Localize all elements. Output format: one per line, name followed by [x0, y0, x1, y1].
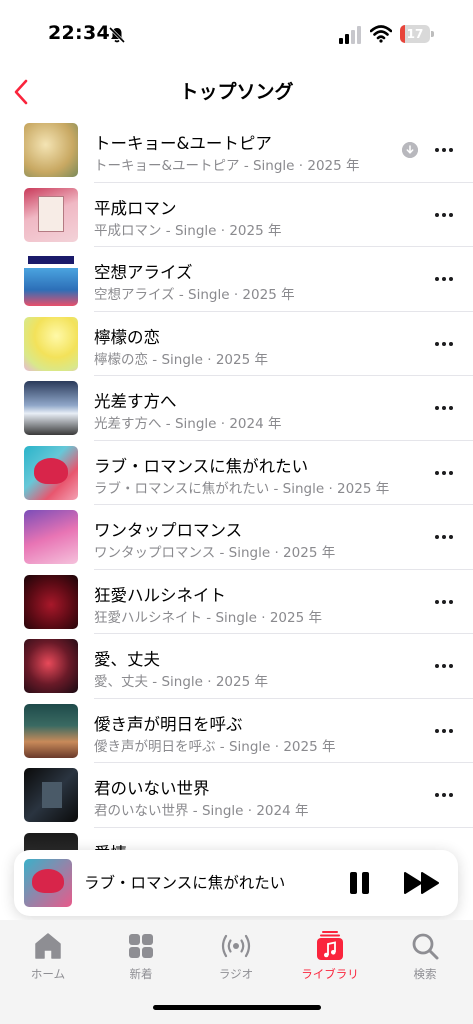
song-subtitle: 檸檬の恋 - Single · 2025 年: [94, 351, 268, 368]
song-title: ワンタップロマンス: [94, 521, 243, 540]
song-title: 愛、丈夫: [94, 650, 160, 669]
battery-indicator: 17: [400, 25, 434, 43]
album-artwork: [24, 252, 78, 306]
song-title: トーキョー&ユートピア: [94, 134, 272, 153]
bell-slash-icon: [108, 26, 126, 44]
more-options-button[interactable]: [430, 720, 458, 742]
song-title: 空想アライズ: [94, 263, 193, 282]
album-artwork: [24, 574, 78, 629]
song-row[interactable]: ワンタップロマンス ワンタップロマンス - Single · 2025 年: [0, 505, 473, 570]
more-options-button[interactable]: [430, 268, 458, 290]
library-icon: [317, 931, 343, 960]
radio-icon: [221, 934, 251, 958]
album-artwork: [24, 381, 78, 435]
song-subtitle: 平成ロマン - Single · 2025 年: [94, 222, 282, 239]
song-title: 君のいない世界: [94, 779, 210, 798]
song-title: 平成ロマン: [94, 198, 177, 218]
song-row[interactable]: 狂愛ハルシネイト 狂愛ハルシネイト - Single · 2025 年: [0, 570, 473, 634]
tab-new[interactable]: 新着: [101, 930, 181, 990]
more-options-button[interactable]: [430, 655, 458, 677]
album-artwork: [24, 316, 78, 371]
more-options-button[interactable]: [430, 526, 458, 548]
song-row[interactable]: 君のいない世界 君のいない世界 - Single · 2024 年: [0, 763, 473, 828]
wifi-icon: [370, 25, 392, 43]
more-options-button[interactable]: [430, 139, 458, 161]
song-subtitle: 光差す方へ - Single · 2024 年: [94, 416, 282, 432]
pause-button[interactable]: [346, 869, 374, 897]
tab-label: ライブラリ: [301, 967, 359, 981]
song-row[interactable]: 愛、丈夫 愛、丈夫 - Single · 2025 年: [0, 634, 473, 699]
more-options-button[interactable]: [430, 333, 458, 355]
song-row[interactable]: 平成ロマン 平成ロマン - Single · 2025 年: [0, 183, 473, 247]
song-subtitle: トーキョー&ユートピア - Single · 2025 年: [94, 158, 360, 174]
song-subtitle: ラブ・ロマンスに焦がれたい - Single · 2025 年: [94, 480, 390, 497]
tab-label: ホーム: [30, 967, 66, 981]
song-title: ラブ・ロマンスに焦がれたい: [94, 456, 309, 476]
album-artwork: [24, 703, 78, 758]
mini-player[interactable]: ラブ・ロマンスに焦がれたい: [14, 850, 458, 916]
tab-label: 検索: [413, 967, 437, 981]
now-playing-artwork: [24, 859, 72, 907]
tab-search[interactable]: 検索: [385, 930, 465, 990]
song-row[interactable]: 光差す方へ 光差す方へ - Single · 2024 年: [0, 376, 473, 441]
song-row[interactable]: 僾き声が明日を呼ぶ 僾き声が明日を呼ぶ - Single · 2025 年: [0, 699, 473, 763]
song-row[interactable]: ラブ・ロマンスに焦がれたい ラブ・ロマンスに焦がれたい - Single · 2…: [0, 441, 473, 505]
song-subtitle: 空想アライズ - Single · 2025 年: [94, 287, 295, 303]
album-artwork: [24, 123, 78, 177]
battery-level: 17: [406, 27, 424, 41]
home-indicator: [153, 1005, 321, 1010]
more-options-button[interactable]: [430, 462, 458, 484]
more-options-button[interactable]: [430, 204, 458, 226]
search-icon: [412, 933, 439, 960]
navigation-bar: トップソング: [0, 70, 473, 114]
album-artwork: [24, 768, 78, 822]
album-artwork: [24, 510, 78, 564]
chevron-left-icon: [14, 79, 28, 105]
tab-home[interactable]: ホーム: [8, 930, 88, 990]
album-artwork: [24, 639, 78, 693]
page-title: トップソング: [179, 81, 294, 103]
album-artwork: [24, 445, 78, 500]
tab-library[interactable]: ライブラリ: [290, 930, 370, 990]
cellular-signal-icon: [339, 26, 361, 44]
song-subtitle: 僾き声が明日を呼ぶ - Single · 2025 年: [94, 738, 336, 755]
song-title: 檸檬の恋: [94, 327, 160, 347]
more-options-button[interactable]: [430, 397, 458, 419]
song-subtitle: ワンタップロマンス - Single · 2025 年: [94, 545, 336, 561]
song-row[interactable]: 空想アライズ 空想アライズ - Single · 2025 年: [0, 247, 473, 312]
album-artwork: [24, 187, 78, 242]
song-title: 僾き声が明日を呼ぶ: [94, 714, 243, 734]
back-button[interactable]: [6, 74, 36, 110]
song-subtitle: 狂愛ハルシネイト - Single · 2025 年: [94, 609, 322, 626]
more-options-button[interactable]: [430, 591, 458, 613]
skip-forward-button[interactable]: [402, 869, 442, 897]
song-list: トーキョー&ユートピア トーキョー&ユートピア - Single · 2025 …: [0, 118, 473, 858]
status-time: 22:34: [48, 22, 110, 44]
grid-icon: [129, 934, 153, 958]
more-options-button[interactable]: [430, 784, 458, 806]
song-subtitle: 愛、丈夫 - Single · 2025 年: [94, 674, 268, 690]
song-row[interactable]: トーキョー&ユートピア トーキョー&ユートピア - Single · 2025 …: [0, 118, 473, 183]
song-title: 光差す方へ: [94, 392, 177, 411]
tab-radio[interactable]: ラジオ: [196, 930, 276, 990]
song-row[interactable]: 檸檬の恋 檸檬の恋 - Single · 2025 年: [0, 312, 473, 376]
house-icon: [35, 933, 61, 959]
tab-label: ラジオ: [218, 967, 254, 981]
now-playing-title: ラブ・ロマンスに焦がれたい: [84, 874, 286, 892]
downloaded-icon: [402, 142, 418, 158]
tab-label: 新着: [129, 967, 153, 981]
song-title: 狂愛ハルシネイト: [94, 585, 226, 605]
status-bar: 22:34 17: [0, 0, 473, 70]
song-subtitle: 君のいない世界 - Single · 2024 年: [94, 803, 309, 819]
